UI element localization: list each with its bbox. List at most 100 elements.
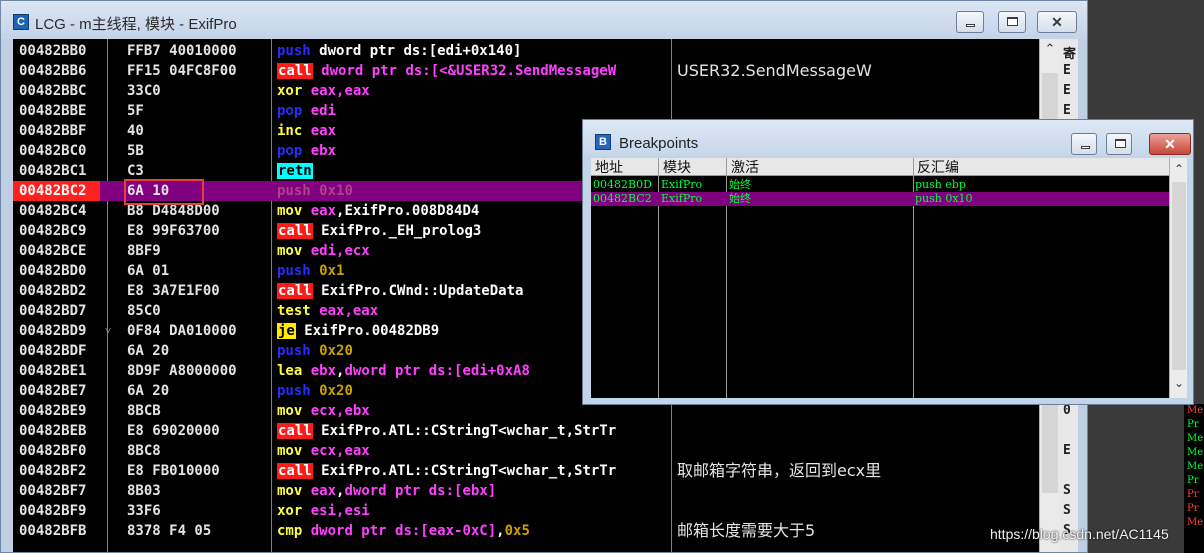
row-mnemonic: call <box>277 63 313 79</box>
row-operand: ExifPro.ATL::CStringT<wchar_t,StrTr <box>321 463 617 479</box>
row-bytes: E8 69020000 <box>127 423 220 439</box>
row-address: 00482BD2 <box>19 283 87 299</box>
row-address: 00482BE9 <box>19 403 87 419</box>
register-label: 0 <box>1063 403 1071 418</box>
row-bytes: 33F6 <box>127 503 161 519</box>
bp-active: 始终 <box>729 192 751 205</box>
close-button[interactable]: ✕ <box>1037 11 1077 33</box>
row-operand: edi,ecx <box>310 243 370 259</box>
row-operand: 0x1 <box>319 263 345 279</box>
row-mnemonic: mov <box>277 483 303 499</box>
row-operand: 0x5 <box>504 523 530 539</box>
row-instruction: xor esi,esi <box>277 501 370 521</box>
register-label: E <box>1063 83 1071 98</box>
row-operand: ebx <box>310 143 337 159</box>
scroll-thumb[interactable] <box>1172 182 1186 370</box>
row-operand: ecx,eax <box>310 443 370 459</box>
disasm-row[interactable]: 00482BF9 33F6 xor esi,esi <box>13 501 1078 521</box>
disasm-row[interactable]: 00482BF7 8B03 mov eax,dword ptr ds:[ebx] <box>13 481 1078 501</box>
row-mnemonic: call <box>277 283 313 299</box>
row-address: 00482BB0 <box>19 43 87 59</box>
row-operand: 0x10 <box>319 183 353 199</box>
minimize-button[interactable] <box>956 11 984 33</box>
row-address: 00482BF7 <box>19 483 87 499</box>
row-operand: dword ptr ds:[edi+0xA8 <box>344 363 530 379</box>
row-bytes: 8BCB <box>127 403 161 419</box>
row-operand: ebx <box>310 363 337 379</box>
disasm-row[interactable]: 00482BF2 E8 FB010000 call ExifPro.ATL::CSt… <box>13 461 1078 481</box>
bp-module: ExifPro <box>661 192 703 205</box>
row-instruction: xor eax,eax <box>277 81 370 101</box>
bp-close-button[interactable]: ✕ <box>1149 133 1191 155</box>
register-label: E <box>1063 63 1071 78</box>
row-mnemonic: mov <box>277 203 303 219</box>
app-icon: C <box>13 14 29 30</box>
row-bytes: 6A 20 <box>127 383 170 399</box>
log-line: Pr <box>1187 475 1199 486</box>
row-address: 00482BD9 <box>19 323 87 339</box>
row-bytes: 8378 F4 05 <box>127 523 212 539</box>
row-operand: 0x20 <box>319 383 353 399</box>
row-mnemonic: call <box>277 223 313 239</box>
bp-address: 00482B0D <box>593 178 652 191</box>
disasm-row[interactable]: 00482BEB E8 69020000 call ExifPro.ATL::CSt… <box>13 421 1078 441</box>
breakpoints-titlebar[interactable]: B Breakpoints ✕ <box>583 120 1193 156</box>
disasm-row[interactable]: 00482BBE 5F pop edi <box>13 101 1078 121</box>
row-instruction: pop edi <box>277 101 336 121</box>
row-address: 00482BEB <box>19 423 87 439</box>
column-header-disasm[interactable]: 反汇编 <box>917 158 959 176</box>
row-instruction: push 0x1 <box>277 261 344 281</box>
row-mnemonic: mov <box>277 243 303 259</box>
bp-minimize-button[interactable] <box>1071 133 1097 155</box>
disasm-row[interactable]: 00482BF0 8BC8 mov ecx,eax <box>13 441 1078 461</box>
bp-active: 始终 <box>729 178 751 191</box>
breakpoints-title: Breakpoints <box>619 135 699 152</box>
log-line: Pr <box>1187 419 1199 430</box>
row-bytes: E8 99F63700 <box>127 223 220 239</box>
bp-maximize-button[interactable] <box>1106 133 1132 155</box>
row-operand: esi,esi <box>310 503 370 519</box>
row-bytes: 8D9F A8000000 <box>127 363 237 379</box>
breakpoint-row[interactable]: 00482B0D ExifPro 始终 push ebp <box>591 178 1169 192</box>
row-operand: eax,eax <box>319 303 379 319</box>
bp-disasm: push ebp <box>915 178 966 191</box>
row-operand: dword ptr ds:[edi+0x140] <box>319 43 522 59</box>
disasm-row[interactable]: 00482BFB 8378 F4 05 cmp dword ptr ds:[eax-… <box>13 521 1078 541</box>
window-titlebar[interactable]: C LCG - m主线程, 模块 - ExifPro ✕ <box>1 1 1087 39</box>
row-operand: 0x20 <box>319 343 353 359</box>
row-mnemonic: xor <box>277 503 303 519</box>
breakpoint-row[interactable]: 00482BC2 ExifPro 始终 push 0x10 <box>591 192 1169 206</box>
scroll-up-icon[interactable]: ⌃ <box>1040 41 1060 59</box>
row-mnemonic: call <box>277 463 313 479</box>
column-header-active[interactable]: 激活 <box>731 158 759 176</box>
row-operand: ecx,ebx <box>310 403 370 419</box>
row-instruction: push 0x10 <box>277 181 353 201</box>
row-bytes: 6A 01 <box>127 263 170 279</box>
column-header-address[interactable]: 地址 <box>595 158 623 176</box>
row-instruction: call dword ptr ds:[<&USER32.SendMessageW <box>277 61 616 81</box>
column-header-module[interactable]: 模块 <box>663 158 691 176</box>
disasm-row[interactable]: 00482BB6 FF15 04FC8F00 call dword ptr ds:[… <box>13 61 1078 81</box>
row-mnemonic: push <box>277 43 311 59</box>
row-operand: ExifPro.ATL::CStringT<wchar_t,StrTr <box>321 423 617 439</box>
scroll-down-icon[interactable]: ⌄ <box>1170 376 1188 390</box>
row-bytes: 0F84 DA010000 <box>127 323 237 339</box>
row-bytes: FF15 04FC8F00 <box>127 63 237 79</box>
row-operand: dword ptr ds:[ebx] <box>344 483 497 499</box>
scroll-up-icon[interactable]: ⌃ <box>1170 162 1188 176</box>
row-mnemonic: inc <box>277 123 303 139</box>
disasm-row[interactable]: 00482BBC 33C0 xor eax,eax <box>13 81 1078 101</box>
row-address: 00482BBE <box>19 103 87 119</box>
row-operand: dword ptr ds:[<&USER32.SendMessageW <box>321 63 617 79</box>
row-bytes: FFB7 40010000 <box>127 43 237 59</box>
row-mnemonic: test <box>277 303 311 319</box>
maximize-button[interactable] <box>998 11 1026 33</box>
bp-vertical-scrollbar[interactable]: ⌃ ⌄ <box>1169 158 1187 398</box>
log-line: Me <box>1187 517 1204 528</box>
row-address: 00482BC9 <box>19 223 87 239</box>
row-operand: ExifPro._EH_prolog3 <box>321 223 482 239</box>
breakpoints-list[interactable]: 地址 模块 激活 反汇编 00482B0D ExifPro 始终 push ebp 00… <box>591 158 1187 398</box>
maximize-icon <box>1115 139 1126 148</box>
disasm-row[interactable]: 00482BB0 FFB7 40010000 push dword ptr ds:[… <box>13 41 1078 61</box>
register-label: 寄 <box>1063 47 1077 62</box>
